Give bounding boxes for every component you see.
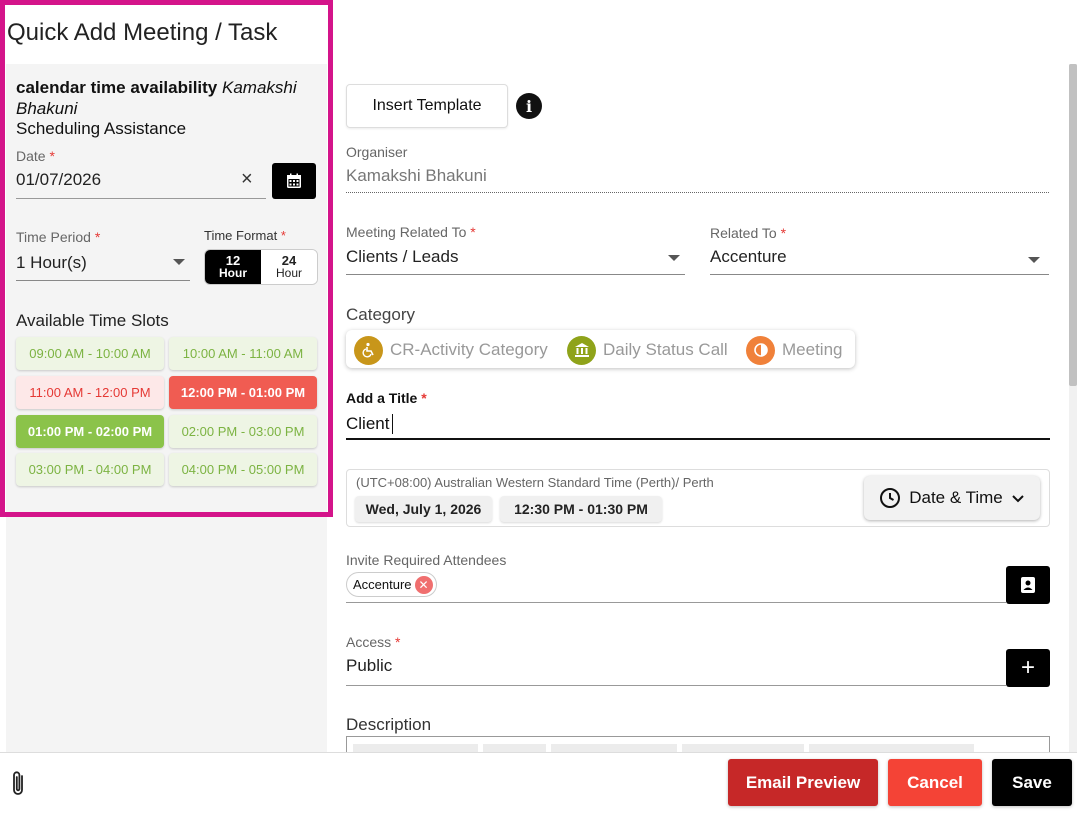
quick-add-dialog: Quick Add Meeting / Task calendar time a… xyxy=(0,0,1077,825)
related-to-label: Related To * xyxy=(710,225,787,241)
organiser-underline xyxy=(346,192,1049,193)
scrollbar-thumb[interactable] xyxy=(1069,64,1077,386)
organiser-label: Organiser xyxy=(346,144,408,160)
access-select[interactable]: Public xyxy=(346,656,392,676)
save-button[interactable]: Save xyxy=(992,759,1072,806)
category-chip-meeting[interactable]: Meeting xyxy=(746,335,842,365)
insert-template-button[interactable]: Insert Template xyxy=(346,84,508,128)
title-label: Add a Title * xyxy=(346,390,427,406)
attachment-icon[interactable] xyxy=(10,770,28,803)
related-to-underline xyxy=(710,274,1049,275)
date-chip[interactable]: Wed, July 1, 2026 xyxy=(355,496,492,522)
timezone-text: (UTC+08:00) Australian Western Standard … xyxy=(356,475,714,490)
add-access-button[interactable]: + xyxy=(1006,649,1050,687)
category-chip-daily-status-call[interactable]: Daily Status Call xyxy=(567,335,728,365)
meeting-related-to-label: Meeting Related To * xyxy=(346,224,476,240)
meeting-related-to-underline xyxy=(346,274,685,275)
wheelchair-icon xyxy=(354,335,383,365)
organiser-value: Kamakshi Bhakuni xyxy=(346,166,487,185)
clock-icon xyxy=(880,488,901,508)
chevron-down-icon[interactable] xyxy=(1028,257,1040,263)
info-icon[interactable]: i xyxy=(516,93,542,119)
pie-icon xyxy=(746,335,775,365)
attendees-underline xyxy=(346,602,1006,603)
access-underline xyxy=(346,685,1006,686)
plus-icon: + xyxy=(1020,654,1035,681)
cancel-button[interactable]: Cancel xyxy=(888,759,982,806)
chevron-down-icon xyxy=(1012,495,1024,503)
bank-icon xyxy=(567,335,596,365)
description-label: Description xyxy=(346,715,432,734)
invite-attendees-label: Invite Required Attendees xyxy=(346,552,507,568)
text-caret xyxy=(392,414,394,434)
remove-chip-icon[interactable]: ✕ xyxy=(414,575,433,594)
email-preview-button[interactable]: Email Preview xyxy=(728,759,878,806)
highlight-border xyxy=(0,0,333,517)
related-to-select[interactable]: Accenture xyxy=(710,247,787,267)
time-chip[interactable]: 12:30 PM - 01:30 PM xyxy=(500,496,662,522)
attendee-chip: Accenture ✕ xyxy=(346,572,437,597)
chevron-down-icon[interactable] xyxy=(668,255,680,261)
access-label: Access * xyxy=(346,634,401,650)
category-label: Category xyxy=(346,305,415,324)
title-input[interactable]: Client xyxy=(346,410,1050,440)
date-time-button[interactable]: Date & Time xyxy=(864,476,1040,520)
category-chip-cr-activity[interactable]: CR-Activity Category xyxy=(354,335,548,365)
contact-book-icon xyxy=(1021,577,1035,593)
contacts-button[interactable] xyxy=(1006,566,1050,604)
meeting-related-to-select[interactable]: Clients / Leads xyxy=(346,247,458,267)
